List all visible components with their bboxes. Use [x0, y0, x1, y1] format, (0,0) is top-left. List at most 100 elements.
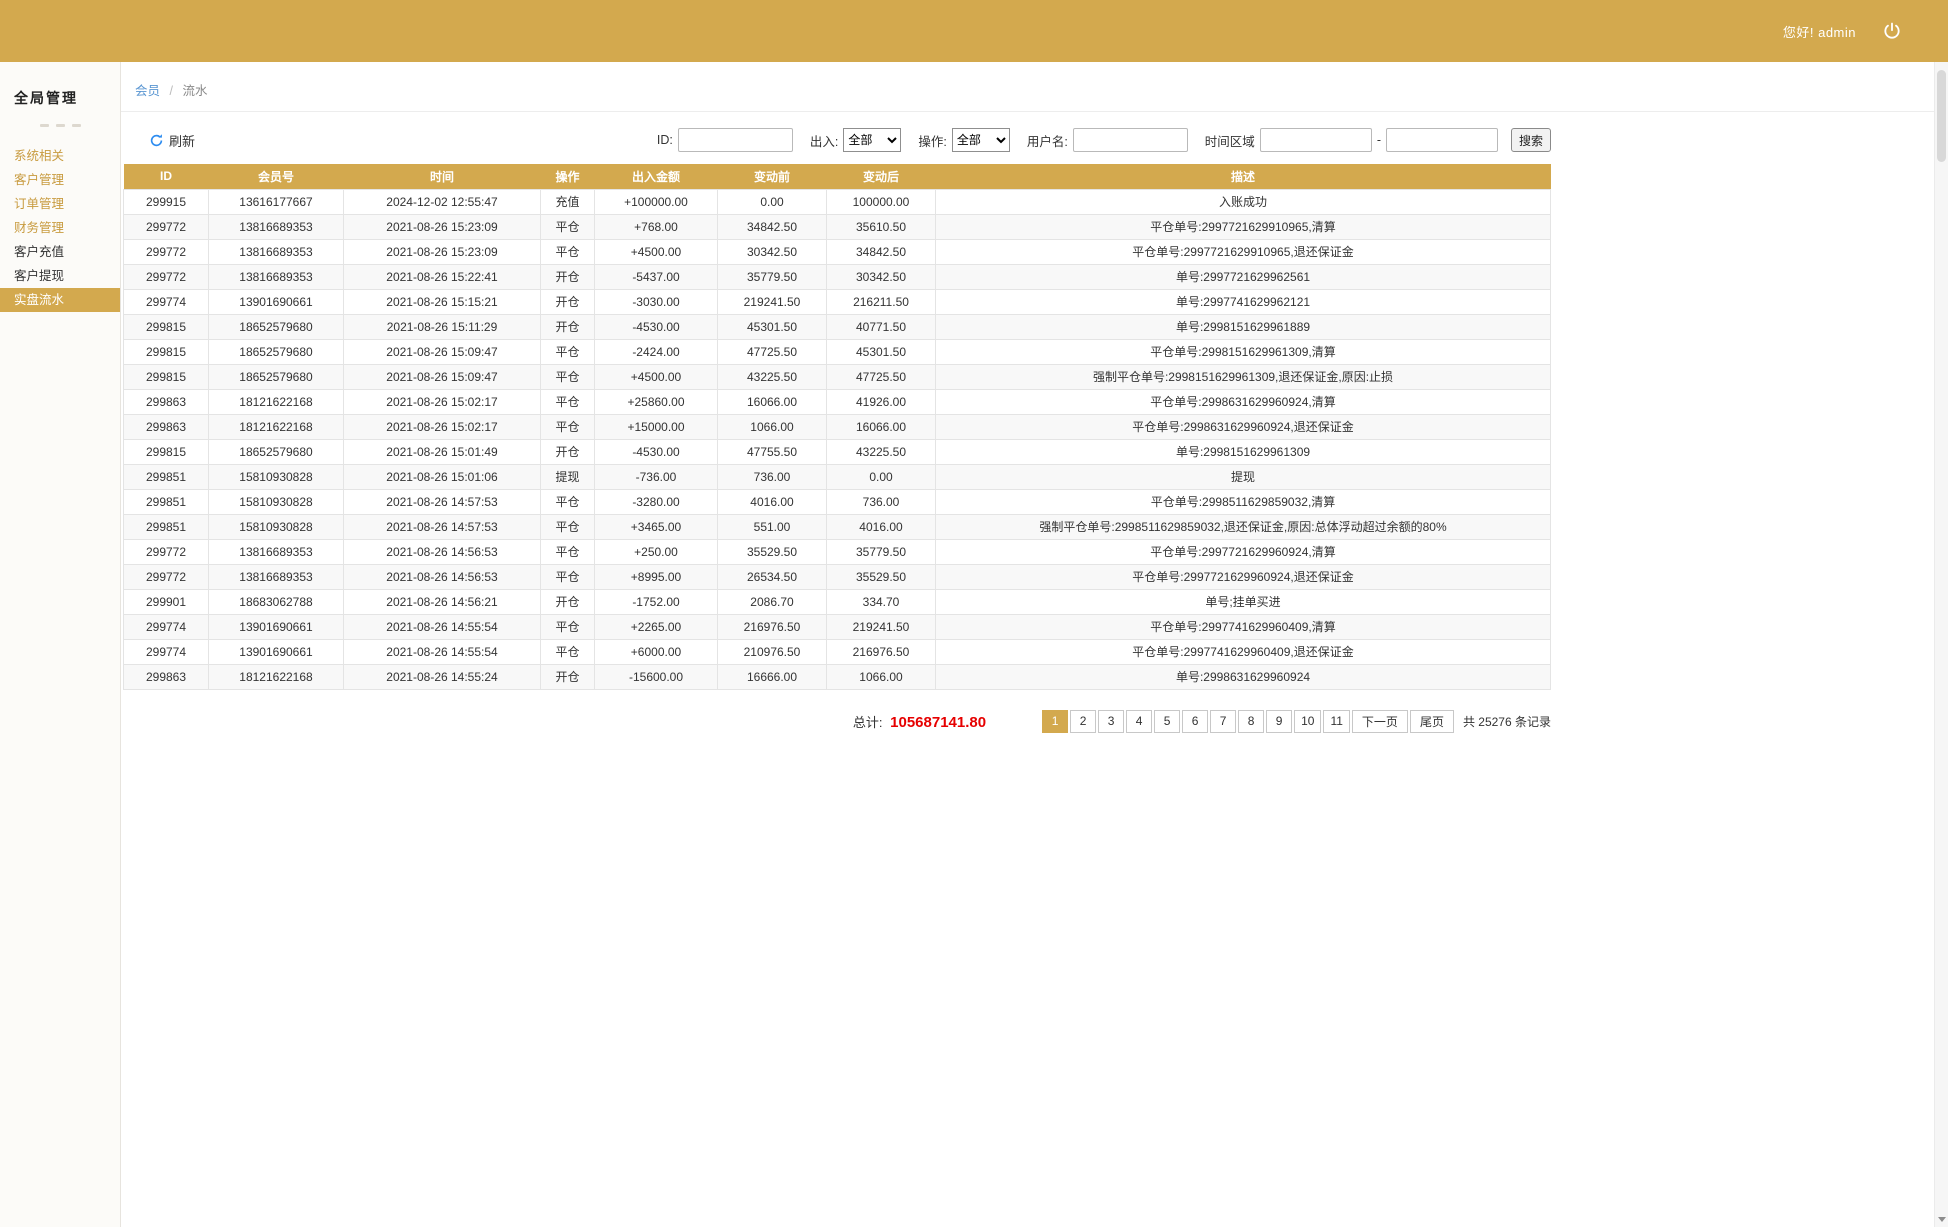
search-button[interactable]: 搜索: [1511, 128, 1551, 152]
table-row: 299815186525796802021-08-26 15:09:47平仓+4…: [124, 364, 1551, 389]
table-cell: 299851: [124, 514, 209, 539]
username-filter-input[interactable]: [1073, 128, 1188, 152]
table-cell: +3465.00: [595, 514, 718, 539]
table-cell: 2021-08-26 14:55:54: [344, 614, 541, 639]
sidebar-item-客户管理[interactable]: 客户管理: [0, 168, 120, 192]
breadcrumb-separator: /: [170, 84, 173, 98]
sidebar-item-系统相关[interactable]: 系统相关: [0, 144, 120, 168]
page-button-4[interactable]: 4: [1126, 710, 1152, 733]
vertical-scrollbar[interactable]: [1934, 62, 1948, 1227]
page-button-3[interactable]: 3: [1098, 710, 1124, 733]
toolbar: 刷新 ID: 出入: 全部 操作: 全部 用户名: 时间区域: [123, 128, 1551, 152]
table-cell: 开仓: [541, 264, 595, 289]
table-cell: 45301.50: [718, 314, 827, 339]
total-label: 总计:: [853, 715, 883, 730]
sidebar-item-订单管理[interactable]: 订单管理: [0, 192, 120, 216]
table-cell: 单号:2998151629961309: [936, 439, 1551, 464]
sidebar-item-客户提现[interactable]: 客户提现: [0, 264, 120, 288]
table-cell: +100000.00: [595, 189, 718, 214]
table-cell: 2024-12-02 12:55:47: [344, 189, 541, 214]
column-header: 变动后: [827, 164, 936, 189]
page-button-11[interactable]: 11: [1323, 710, 1349, 733]
sidebar-title: 全局管理: [0, 76, 120, 114]
sidebar: 全局管理 系统相关客户管理订单管理财务管理客户充值客户提现实盘流水: [0, 62, 121, 1227]
table-cell: 2021-08-26 15:09:47: [344, 339, 541, 364]
next-page-button[interactable]: 下一页: [1352, 710, 1408, 733]
table-cell: 736.00: [827, 489, 936, 514]
table-cell: 单号:2997721629962561: [936, 264, 1551, 289]
scrollbar-thumb[interactable]: [1937, 70, 1946, 162]
sidebar-item-实盘流水[interactable]: 实盘流水: [0, 288, 120, 312]
page-button-6[interactable]: 6: [1182, 710, 1208, 733]
inout-filter-select[interactable]: 全部: [843, 128, 901, 152]
table-cell: 299774: [124, 289, 209, 314]
table-row: 299772138166893532021-08-26 14:56:53平仓+2…: [124, 539, 1551, 564]
refresh-button[interactable]: 刷新: [149, 131, 195, 150]
table-cell: 平仓: [541, 639, 595, 664]
table-cell: 299815: [124, 339, 209, 364]
greeting-text: 您好! admin: [1783, 22, 1856, 41]
table-cell: 18121622168: [209, 389, 344, 414]
table-cell: 299772: [124, 214, 209, 239]
table-cell: 0.00: [718, 189, 827, 214]
table-row: 299851158109308282021-08-26 14:57:53平仓+3…: [124, 514, 1551, 539]
table-cell: 1066.00: [827, 664, 936, 689]
table-cell: 299774: [124, 639, 209, 664]
breadcrumb-link-member[interactable]: 会员: [135, 84, 160, 98]
sidebar-item-客户充值[interactable]: 客户充值: [0, 240, 120, 264]
scrollbar-down-arrow-icon[interactable]: [1935, 1212, 1948, 1226]
page-button-2[interactable]: 2: [1070, 710, 1096, 733]
table-cell: 219241.50: [718, 289, 827, 314]
page-button-8[interactable]: 8: [1238, 710, 1264, 733]
column-header: 会员号: [209, 164, 344, 189]
table-cell: -2424.00: [595, 339, 718, 364]
time-start-input[interactable]: [1260, 128, 1372, 152]
id-filter-input[interactable]: [678, 128, 793, 152]
table-cell: 0.00: [827, 464, 936, 489]
table-cell: 13816689353: [209, 239, 344, 264]
table-cell: 43225.50: [827, 439, 936, 464]
table-cell: 43225.50: [718, 364, 827, 389]
page-button-5[interactable]: 5: [1154, 710, 1180, 733]
table-cell: 34842.50: [827, 239, 936, 264]
table-cell: 47725.50: [827, 364, 936, 389]
table-cell: 299863: [124, 664, 209, 689]
table-cell: 216976.50: [827, 639, 936, 664]
table-row: 299901186830627882021-08-26 14:56:21开仓-1…: [124, 589, 1551, 614]
table-row: 299772138166893532021-08-26 15:22:41开仓-5…: [124, 264, 1551, 289]
table-cell: 34842.50: [718, 214, 827, 239]
table-cell: 299772: [124, 239, 209, 264]
operation-filter-select[interactable]: 全部: [952, 128, 1010, 152]
table-cell: +25860.00: [595, 389, 718, 414]
total-value: 105687141.80: [890, 714, 986, 731]
page-button-1[interactable]: 1: [1042, 710, 1068, 733]
table-cell: 100000.00: [827, 189, 936, 214]
table-cell: 299815: [124, 439, 209, 464]
time-range-label: 时间区域: [1205, 131, 1255, 150]
table-row: 299815186525796802021-08-26 15:09:47平仓-2…: [124, 339, 1551, 364]
last-page-button[interactable]: 尾页: [1410, 710, 1454, 733]
column-header: ID: [124, 164, 209, 189]
time-end-input[interactable]: [1386, 128, 1498, 152]
sidebar-item-财务管理[interactable]: 财务管理: [0, 216, 120, 240]
table-cell: +250.00: [595, 539, 718, 564]
page-button-7[interactable]: 7: [1210, 710, 1236, 733]
table-cell: 299772: [124, 539, 209, 564]
table-cell: +15000.00: [595, 414, 718, 439]
page-button-9[interactable]: 9: [1266, 710, 1292, 733]
page-button-10[interactable]: 10: [1294, 710, 1321, 733]
table-row: 299774139016906612021-08-26 14:55:54平仓+2…: [124, 614, 1551, 639]
table-cell: 13816689353: [209, 214, 344, 239]
logout-power-icon[interactable]: [1882, 21, 1902, 41]
table-cell: -4530.00: [595, 439, 718, 464]
table-cell: 开仓: [541, 439, 595, 464]
table-cell: +4500.00: [595, 364, 718, 389]
table-row: 299815186525796802021-08-26 15:01:49开仓-4…: [124, 439, 1551, 464]
record-count: 共 25276 条记录: [1463, 713, 1551, 730]
table-row: 299851158109308282021-08-26 15:01:06提现-7…: [124, 464, 1551, 489]
table-cell: 平仓: [541, 614, 595, 639]
table-footer: 总计: 105687141.80 1234567891011下一页尾页 共 25…: [123, 710, 1551, 733]
table-cell: 平仓单号:2997721629960924,清算: [936, 539, 1551, 564]
table-cell: 平仓单号:2998511629859032,清算: [936, 489, 1551, 514]
table-cell: 平仓单号:2997721629910965,退还保证金: [936, 239, 1551, 264]
